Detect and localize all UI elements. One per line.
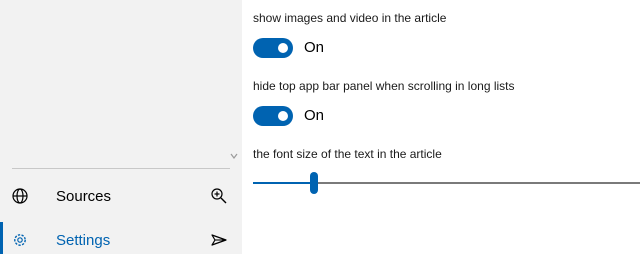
hide-app-bar-state: On: [304, 107, 325, 124]
send-icon[interactable]: [210, 231, 228, 249]
sidebar-item-sources[interactable]: Sources: [0, 174, 242, 218]
sidebar-divider: [12, 168, 230, 169]
slider-track-filled: [253, 182, 311, 184]
show-media-toggle[interactable]: [253, 38, 293, 58]
slider-thumb[interactable]: [310, 172, 318, 194]
globe-icon: [12, 188, 28, 204]
slider-track: [318, 182, 640, 184]
toggle-knob: [278, 111, 288, 121]
sidebar-item-settings[interactable]: Settings: [0, 218, 242, 254]
show-media-state: On: [304, 39, 325, 56]
zoom-in-icon[interactable]: [210, 187, 228, 205]
show-media-label: show images and video in the article: [253, 11, 447, 25]
selected-indicator: [0, 222, 3, 254]
hide-app-bar-label: hide top app bar panel when scrolling in…: [253, 79, 515, 93]
font-size-label: the font size of the text in the article: [253, 147, 442, 161]
font-size-slider[interactable]: [253, 172, 640, 196]
sidebar-item-label: Sources: [56, 188, 112, 205]
hide-app-bar-toggle[interactable]: [253, 106, 293, 126]
sidebar-item-label: Settings: [56, 232, 111, 249]
gear-icon: [14, 234, 26, 246]
sidebar: Sources Settings: [0, 0, 242, 254]
toggle-knob: [278, 43, 288, 53]
chevron-down-icon[interactable]: [229, 151, 239, 161]
settings-panel: show images and video in the article On …: [242, 0, 640, 254]
